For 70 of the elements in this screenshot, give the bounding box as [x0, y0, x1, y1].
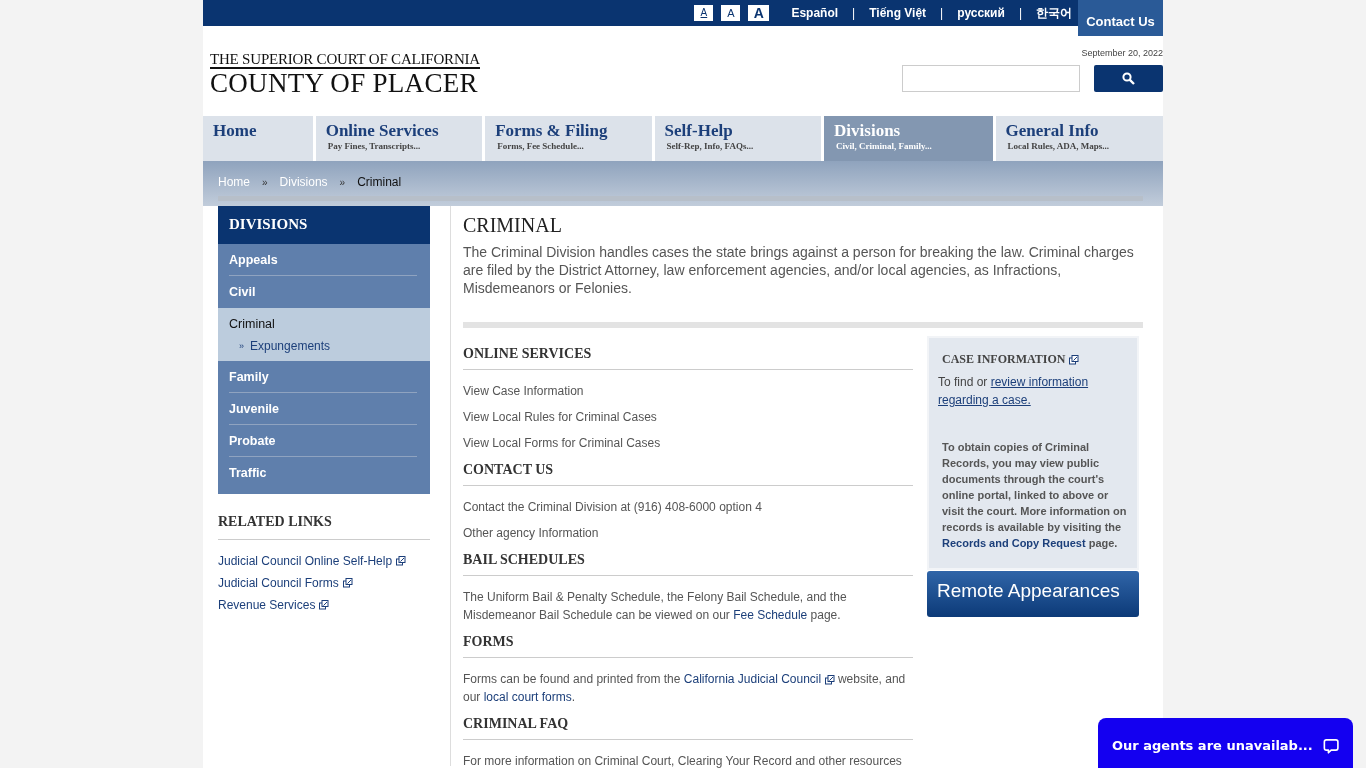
separator: |: [852, 6, 856, 20]
breadcrumb-separator: »: [262, 176, 268, 188]
language-link[interactable]: Tiếng Việt: [869, 6, 927, 20]
font-size-button[interactable]: A: [721, 5, 741, 21]
sidebar-item[interactable]: Appeals: [229, 244, 417, 275]
section-heading: CONTACT US: [463, 462, 913, 486]
language-link[interactable]: русский: [957, 6, 1005, 20]
remote-appearances-button[interactable]: Remote Appearances: [927, 571, 1139, 617]
separator: |: [1018, 6, 1022, 20]
language-link[interactable]: 한국어: [1036, 4, 1072, 22]
paragraph: To obtain copies of Criminal Records, you may view public documents through the court's online portal, linked to above or visit the court. More information on records is available by visiting the Records and Copy Request page.: [942, 440, 1127, 551]
chat-button[interactable]: Our agents are unavailab...: [1098, 718, 1353, 768]
paragraph: To find or review information regarding a case.: [938, 374, 1090, 409]
external-link-icon: [1069, 354, 1080, 365]
nav-tab[interactable]: Self-Help Self-Rep, Info, FAQs...: [654, 116, 822, 161]
text-link[interactable]: Records and Copy Request: [942, 537, 1086, 549]
section-heading: CRIMINAL FAQ: [463, 716, 913, 740]
sidebar-subitem[interactable]: Expungements: [250, 339, 331, 353]
sidebar-item[interactable]: Juvenile: [229, 392, 417, 424]
sidebar-item[interactable]: Criminal: [229, 308, 417, 339]
nav-tab[interactable]: Home: [203, 116, 313, 161]
search-button[interactable]: [1094, 65, 1163, 92]
font-size-button[interactable]: A: [694, 5, 714, 21]
text-link[interactable]: California Judicial Council: [683, 672, 822, 686]
contact-us-button[interactable]: Contact Us: [1078, 0, 1163, 36]
sidebar-item[interactable]: Probate: [229, 424, 417, 456]
language-link[interactable]: Español: [791, 6, 839, 20]
logo-title[interactable]: COUNTY OF PLACER: [210, 69, 480, 97]
breadcrumb-separator: »: [339, 176, 346, 188]
text-link[interactable]: Other agency Information: [463, 524, 913, 542]
paragraph: For more information on Criminal Court, Clearing Your Record and other resources: [463, 753, 903, 768]
paragraph: Forms can be found and printed from the California Judicial Council website, and our local court forms.: [463, 671, 907, 706]
section-heading: FORMS: [463, 634, 913, 658]
section-heading: ONLINE SERVICES: [463, 346, 913, 370]
logo-subtitle[interactable]: THE SUPERIOR COURT OF CALIFORNIA: [210, 51, 480, 69]
text-link[interactable]: View Case Information: [463, 382, 913, 400]
font-size-button[interactable]: A: [748, 5, 770, 21]
external-link-icon: [824, 674, 835, 685]
related-link[interactable]: Revenue Services: [218, 598, 316, 612]
bullet-icon: »: [239, 341, 244, 351]
paragraph: The Uniform Bail & Penalty Schedule, the Felony Bail Schedule, and the Misdemeanor Bail Schedule can be viewed on our Fee Schedule page.: [463, 589, 848, 624]
date-text: September 20, 2022: [1081, 48, 1163, 58]
sidebar-item[interactable]: Traffic: [229, 456, 417, 488]
external-link-icon: [342, 578, 353, 588]
section-heading: RELATED LINKS: [218, 514, 430, 540]
panel-heading: CASE INFORMATION: [942, 352, 1066, 367]
sidebar-item[interactable]: Family: [229, 361, 417, 392]
section-heading: BAIL SCHEDULES: [463, 552, 913, 576]
separator: |: [940, 6, 944, 20]
search-field[interactable]: [902, 65, 1080, 92]
nav-tab[interactable]: Online Services Pay Fines, Transcripts...: [315, 116, 483, 161]
nav-tab[interactable]: Forms & Filing Forms, Fee Schedule...: [485, 116, 652, 161]
external-link-icon: [396, 556, 407, 566]
text-link[interactable]: local court forms: [483, 690, 572, 704]
search-icon: [1122, 72, 1135, 85]
paragraph: Contact the Criminal Division at (916) 408-6000 option 4: [463, 499, 763, 516]
text-link[interactable]: View Local Rules for Criminal Cases: [463, 408, 913, 426]
breadcrumb-link[interactable]: Criminal: [357, 175, 402, 189]
sidebar-item[interactable]: Civil: [229, 275, 417, 307]
text-link[interactable]: regarding a case.: [938, 393, 1031, 407]
nav-tab[interactable]: General Info Local Rules, ADA, Maps...: [995, 116, 1163, 161]
text-link[interactable]: Fee Schedule: [733, 608, 808, 622]
intro-paragraph: The Criminal Division handles cases the state brings against a person for breaking the law. Criminal charges are filed by the District Attorney, law enforcement agencies, and/or local agencies, as Infractions, Misdemeanors or Felonies.: [463, 243, 1135, 297]
related-link[interactable]: Judicial Council Forms: [218, 576, 339, 590]
text-link[interactable]: View Local Forms for Criminal Cases: [463, 434, 913, 452]
related-link[interactable]: Judicial Council Online Self-Help: [218, 554, 393, 568]
text-link[interactable]: review information: [990, 375, 1089, 389]
page-title: CRIMINAL: [463, 214, 563, 237]
sidebar-heading: DIVISIONS: [218, 206, 430, 244]
external-link-icon: [319, 600, 330, 610]
